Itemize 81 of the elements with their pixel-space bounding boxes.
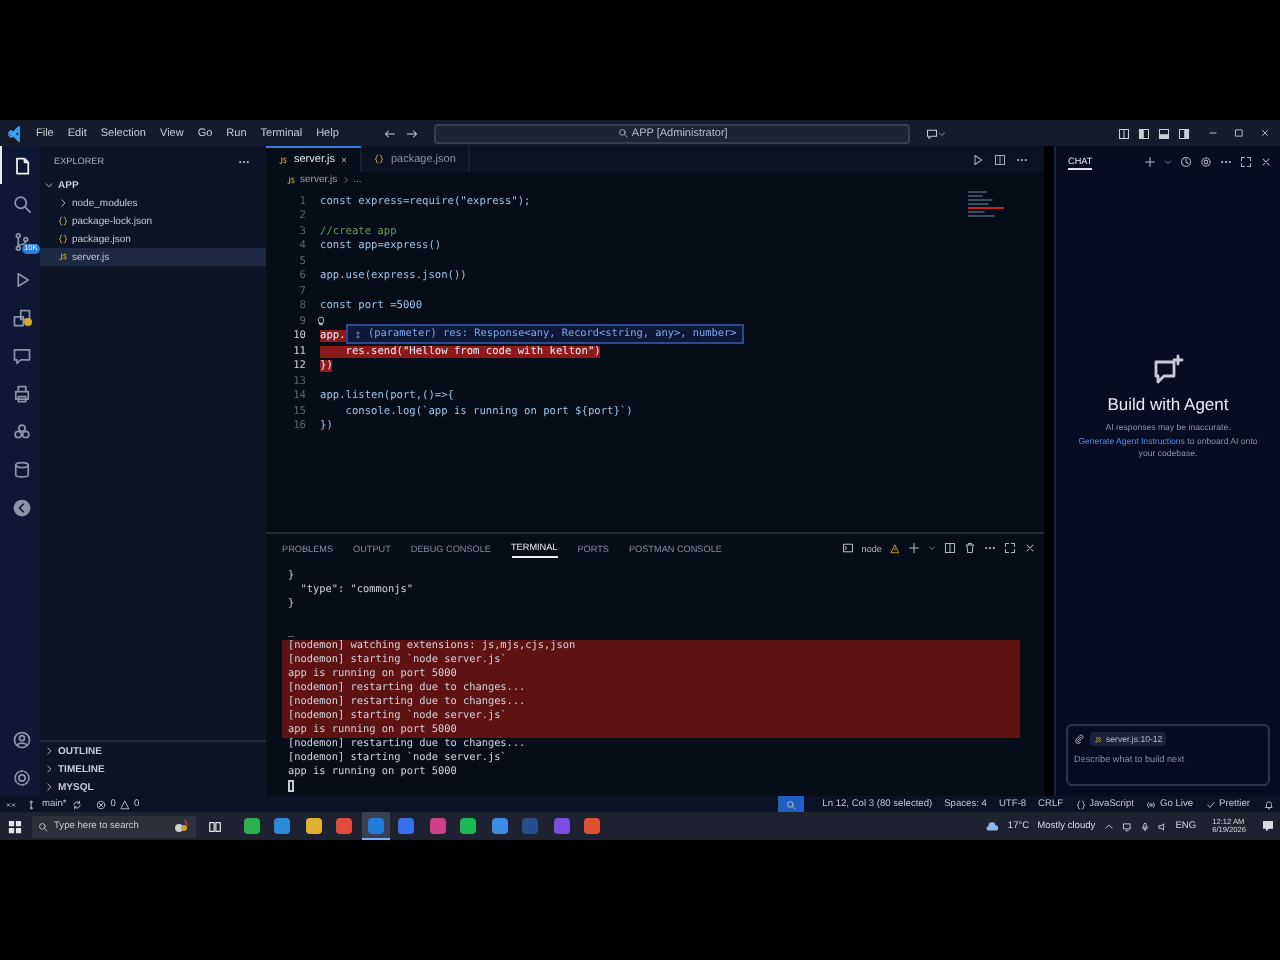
warning-dot-icon — [24, 318, 32, 326]
braces-icon — [58, 216, 68, 226]
warning-icon — [119, 799, 130, 809]
chat-icon — [11, 345, 31, 365]
medal-icon — [172, 818, 190, 834]
weather-icon — [983, 819, 1000, 833]
trash-icon[interactable] — [964, 542, 976, 554]
back-arrow-icon[interactable] — [384, 127, 397, 139]
network-icon[interactable] — [1121, 821, 1132, 831]
task-view-icon[interactable] — [208, 819, 222, 833]
plus-icon[interactable] — [908, 542, 920, 554]
branch-icon — [28, 799, 38, 809]
braces-icon — [58, 234, 68, 244]
chat-sparkle-icon — [1152, 354, 1184, 386]
attach-icon[interactable] — [1074, 734, 1084, 744]
app-logo-icon — [8, 125, 24, 141]
history-icon[interactable] — [1180, 156, 1192, 168]
search-icon — [38, 821, 48, 831]
js-file-icon — [58, 252, 68, 262]
chevron-up-icon[interactable] — [1103, 821, 1114, 831]
run-debug-icon — [11, 269, 31, 289]
chat-icon[interactable] — [926, 127, 939, 139]
warning-icon — [890, 543, 900, 553]
secondary-sidebar-icon[interactable] — [1178, 127, 1190, 139]
chevron-right-icon — [58, 198, 68, 208]
taskbar-app-button[interactable] — [454, 812, 482, 840]
database-icon — [11, 459, 31, 479]
maximize-icon[interactable] — [1240, 156, 1252, 168]
search-icon — [786, 799, 797, 809]
close-icon[interactable] — [1260, 128, 1270, 138]
maximize-icon[interactable] — [1234, 128, 1244, 138]
account-icon[interactable] — [11, 729, 31, 749]
split-editor-icon[interactable] — [994, 153, 1006, 165]
search-icon — [11, 193, 31, 213]
extensions-icon — [11, 307, 31, 327]
minimize-icon[interactable] — [1208, 128, 1218, 138]
chevron-down-icon[interactable] — [938, 129, 947, 137]
js-file-icon — [286, 175, 296, 185]
notification-icon[interactable] — [1262, 820, 1274, 832]
maximize-icon[interactable] — [1004, 542, 1016, 554]
sync-icon[interactable] — [72, 799, 83, 809]
sidebar-toggle-icon[interactable] — [1138, 127, 1150, 139]
plus-icon[interactable] — [1144, 156, 1156, 168]
taskbar-app-button[interactable] — [578, 812, 606, 840]
js-file-icon — [278, 155, 288, 165]
remote-icon[interactable] — [6, 799, 16, 809]
split-terminal-icon[interactable] — [944, 542, 956, 554]
taskbar-app-button[interactable] — [361, 812, 389, 840]
close-icon[interactable] — [1024, 542, 1036, 554]
close-icon[interactable] — [1260, 156, 1272, 168]
flower-icon — [11, 421, 31, 441]
bell-icon[interactable] — [1264, 799, 1274, 809]
files-icon — [11, 155, 31, 175]
settings-icon[interactable] — [1200, 156, 1212, 168]
taskbar-app-button[interactable] — [392, 812, 420, 840]
microphone-icon[interactable] — [1139, 821, 1150, 831]
zoom-button[interactable] — [778, 796, 805, 812]
back-circle-icon — [11, 497, 31, 517]
printer-icon — [11, 383, 31, 403]
speaker-icon[interactable] — [1157, 821, 1168, 831]
check-icon — [1205, 799, 1216, 809]
symbol-icon — [354, 329, 362, 339]
js-file-icon — [1094, 735, 1102, 743]
braces-icon — [374, 154, 385, 164]
error-icon — [96, 799, 107, 809]
layout-icon[interactable] — [1118, 127, 1130, 139]
taskbar-app-button[interactable] — [268, 812, 296, 840]
windows-icon[interactable] — [8, 819, 22, 833]
chevron-down-icon — [44, 180, 54, 190]
forward-arrow-icon[interactable] — [406, 127, 419, 139]
settings-icon[interactable] — [11, 767, 31, 787]
run-icon[interactable] — [972, 153, 984, 165]
terminal-icon — [841, 542, 854, 554]
taskbar-app-button[interactable] — [330, 812, 358, 840]
panel-toggle-icon[interactable] — [1158, 127, 1170, 139]
terminal-cursor — [288, 780, 294, 792]
search-icon — [617, 128, 628, 138]
broadcast-icon — [1145, 799, 1156, 809]
braces-icon — [1075, 799, 1086, 809]
chat-heading: Build with Agent — [1107, 394, 1229, 414]
minimap-drawing — [968, 190, 1004, 218]
